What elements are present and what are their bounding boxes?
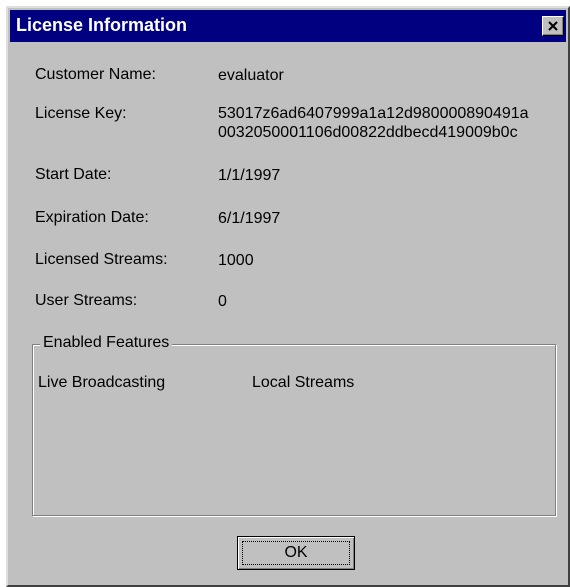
start-date-value: 1/1/1997 xyxy=(218,167,281,184)
ok-button[interactable]: OK xyxy=(237,536,355,570)
license-key-label: License Key: xyxy=(35,105,127,122)
title-bar[interactable]: License Information xyxy=(10,10,566,42)
close-button[interactable] xyxy=(542,16,564,36)
license-information-dialog: License Information Customer Name: evalu… xyxy=(6,6,570,587)
user-streams-label: User Streams: xyxy=(35,292,138,309)
customer-name-value: evaluator xyxy=(218,67,284,84)
licensed-streams-value: 1000 xyxy=(218,252,254,269)
ok-button-label: OK xyxy=(284,544,308,561)
expiration-date-label: Expiration Date: xyxy=(35,209,149,226)
feature-live-broadcasting: Live Broadcasting xyxy=(38,374,166,391)
license-key-value: 53017z6ad6407999a1a12d980000890491a 0032… xyxy=(218,104,529,142)
license-key-line-2: 0032050001106d00822ddbecd419009b0c xyxy=(218,124,518,141)
license-key-line-1: 53017z6ad6407999a1a12d980000890491a xyxy=(218,105,529,122)
close-icon xyxy=(548,21,558,31)
start-date-label: Start Date: xyxy=(35,166,112,183)
user-streams-value: 0 xyxy=(218,293,227,310)
enabled-features-title: Enabled Features xyxy=(40,334,173,352)
enabled-features-group xyxy=(32,344,556,516)
expiration-date-value: 6/1/1997 xyxy=(218,210,281,227)
customer-name-label: Customer Name: xyxy=(35,66,156,83)
feature-local-streams: Local Streams xyxy=(252,374,355,391)
licensed-streams-label: Licensed Streams: xyxy=(35,251,168,268)
window-title: License Information xyxy=(16,15,188,35)
